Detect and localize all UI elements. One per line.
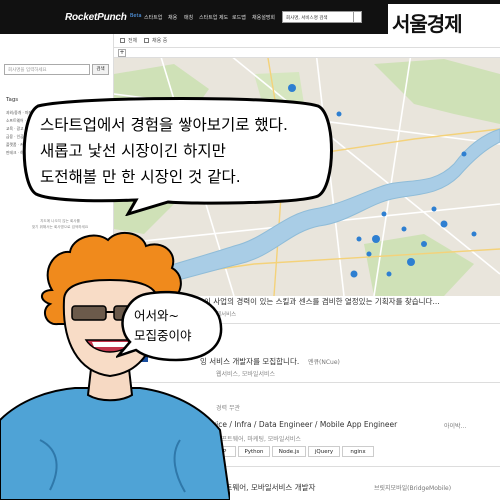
speech-line: 모집중이야 <box>134 328 192 343</box>
job-title[interactable]: 이 사업의 경력이 있는 스킬과 센스를 겸비한 열정있는 기획자를 찾습니다.… <box>204 296 440 307</box>
nav-search-button[interactable] <box>354 11 362 23</box>
company-name[interactable]: 엔큐(NCue) <box>308 357 340 366</box>
job-title[interactable]: ervice / Infra / Data Engineer / Mobile … <box>204 420 397 429</box>
nav-item-job-fair[interactable]: 채용설명회 <box>252 14 275 21</box>
skill-tag[interactable]: nginx <box>342 446 374 457</box>
map-tabs: 전체 채용 중 <box>114 34 500 48</box>
checkbox-icon[interactable] <box>144 38 149 43</box>
tab-all[interactable]: 전체 <box>128 37 137 44</box>
beta-badge: Beta <box>130 13 142 19</box>
newspaper-brand: 서울경제 <box>392 12 463 36</box>
speech-line: 어서와~ <box>134 308 179 323</box>
nav-item-matching[interactable]: 매칭 <box>184 14 193 21</box>
nav-search-input[interactable]: 회사명, 서비스명 검색 <box>282 11 354 23</box>
tags-heading: Tags <box>6 97 19 103</box>
map-controls: + <box>114 48 500 58</box>
nav-item-roadmap[interactable]: 로드맵 <box>232 14 246 21</box>
company-name[interactable]: 아이박... <box>444 421 466 430</box>
company-name[interactable]: 브릿지모바일(BridgeMobile) <box>374 483 451 492</box>
nav-item-startup[interactable]: 스타트업 <box>144 14 162 21</box>
checkbox-icon[interactable] <box>120 38 125 43</box>
sidebar-footer-note: 지도에 나오지 않는 회사를 찾기 위해서는 회사명으로 검색하세요 <box>10 218 110 230</box>
speech-line: 스타트업에서 경험을 쌓아보기로 했다. <box>40 116 288 134</box>
speech-bubble-small-text: 어서와~ 모집중이야 <box>134 306 192 346</box>
nav-item-startup-policy[interactable]: 스타트업 제도 <box>199 14 228 21</box>
skill-tag[interactable]: Python <box>238 446 270 457</box>
company-search-button[interactable]: 검색 <box>92 64 109 75</box>
company-search-input[interactable]: 회사명을 입력하세요 <box>4 64 90 75</box>
skill-tag[interactable]: jQuery <box>308 446 340 457</box>
rocketpunch-logo[interactable]: RocketPunch <box>65 12 127 23</box>
speech-line: 도전해볼 만 한 시장인 것 같다. <box>40 168 241 186</box>
tab-hiring[interactable]: 채용 중 <box>152 37 167 44</box>
speech-bubble-large-text: 스타트업에서 경험을 쌓아보기로 했다. 새롭고 낯선 시장이긴 하지만 도전해… <box>40 112 288 190</box>
nav-item-jobs[interactable]: 채용 <box>168 14 177 21</box>
skill-tag[interactable]: Node.js <box>272 446 306 457</box>
speech-line: 새롭고 낯선 시장이긴 하지만 <box>40 142 226 160</box>
zoom-in-icon[interactable]: + <box>118 49 126 57</box>
